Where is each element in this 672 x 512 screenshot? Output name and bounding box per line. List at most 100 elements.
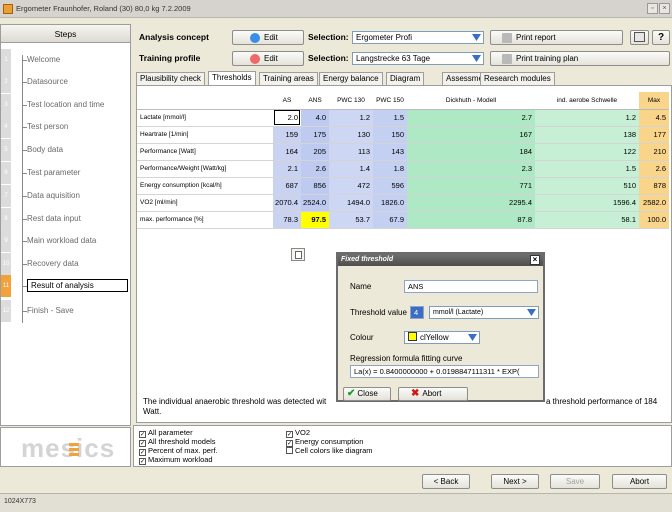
table-cell[interactable]: 1.5 <box>535 160 639 178</box>
table-cell[interactable]: 687 <box>273 177 301 195</box>
table-cell[interactable]: 78.3 <box>273 211 301 229</box>
table-cell[interactable]: 53.7 <box>329 211 373 229</box>
table-cell[interactable]: 97.5 <box>301 211 329 229</box>
step-item-data-aquisition[interactable]: Data aquisition <box>27 191 80 200</box>
table-cell[interactable]: 130 <box>329 126 373 144</box>
table-cell[interactable]: 2.3 <box>407 160 535 178</box>
step-item-finish-save[interactable]: Finish - Save <box>27 306 74 315</box>
step-item-test-location-and-time[interactable]: Test location and time <box>27 100 104 109</box>
table-cell[interactable]: 184 <box>407 143 535 161</box>
table-cell[interactable]: 1494.0 <box>329 194 373 212</box>
colour-dropdown[interactable]: clYellow <box>404 331 480 344</box>
table-cell[interactable]: 1.8 <box>373 160 407 178</box>
table-cell[interactable]: 164 <box>273 143 301 161</box>
table-cell[interactable]: 1.2 <box>535 109 639 127</box>
table-cell[interactable]: 771 <box>407 177 535 195</box>
table-cell[interactable]: 2524.0 <box>301 194 329 212</box>
table-cell[interactable]: 856 <box>301 177 329 195</box>
threshold-value-input[interactable]: 4 <box>410 306 424 319</box>
table-cell[interactable]: 205 <box>301 143 329 161</box>
table-cell[interactable]: 138 <box>535 126 639 144</box>
table-cell[interactable]: 878 <box>639 177 669 195</box>
table-cell[interactable]: 58.1 <box>535 211 639 229</box>
tab-research-modules[interactable]: Research modules <box>480 72 555 85</box>
table-cell[interactable]: 1.5 <box>373 109 407 127</box>
table-cell[interactable]: 2582.0 <box>639 194 669 212</box>
table-cell[interactable]: 2070.4 <box>273 194 301 212</box>
table-cell[interactable]: 167 <box>407 126 535 144</box>
checkbox-maximum-workload[interactable]: ✓ Maximum workload <box>139 455 213 465</box>
table-cell[interactable]: 4.5 <box>639 109 669 127</box>
column-header[interactable]: ind. aerobe Schwelle <box>535 92 639 110</box>
column-header[interactable]: ANS <box>301 92 329 110</box>
table-cell[interactable]: 113 <box>329 143 373 161</box>
checkbox-box[interactable] <box>286 447 293 454</box>
edit-training-button[interactable]: Edit <box>232 51 304 66</box>
close-icon[interactable]: × <box>530 255 540 265</box>
threshold-unit-dropdown[interactable]: mmol/l (Lactate) <box>429 306 539 319</box>
step-item-recovery-data[interactable]: Recovery data <box>27 259 79 268</box>
table-cell[interactable]: 1.2 <box>329 109 373 127</box>
table-cell[interactable]: 2.6 <box>301 160 329 178</box>
step-item-datasource[interactable]: Datasource <box>27 77 68 86</box>
step-item-rest-data-input[interactable]: Rest data input <box>27 214 81 223</box>
name-input[interactable]: ANS <box>404 280 538 293</box>
table-cell[interactable]: 596 <box>373 177 407 195</box>
step-item-welcome[interactable]: Welcome <box>27 55 60 64</box>
table-cell[interactable]: 2.6 <box>639 160 669 178</box>
step-item-test-parameter[interactable]: Test parameter <box>27 168 80 177</box>
print-report-button[interactable]: Print report <box>490 30 623 45</box>
table-cell[interactable]: 67.9 <box>373 211 407 229</box>
regression-formula-field[interactable]: La(x) = 0.8400000000 + 0.0198847111311 *… <box>350 365 539 378</box>
minimize-icon[interactable]: ▫ <box>647 3 658 14</box>
column-header[interactable]: Dickhuth - Modell <box>407 92 535 110</box>
save-button[interactable]: Save <box>550 474 600 489</box>
step-item-body-data[interactable]: Body data <box>27 145 63 154</box>
abort-button[interactable]: Abort <box>612 474 667 489</box>
back-button[interactable]: < Back <box>422 474 470 489</box>
training-selection-dropdown[interactable]: Langstrecke 63 Tage <box>352 52 484 65</box>
edit-analysis-button[interactable]: Edit <box>232 30 304 45</box>
close-icon[interactable]: × <box>659 3 670 14</box>
checkbox-cell-colors-like-diagram[interactable]: Cell colors like diagram <box>286 446 373 455</box>
table-cell[interactable]: 4.0 <box>301 109 329 127</box>
table-cell[interactable]: 87.8 <box>407 211 535 229</box>
column-header[interactable]: PWC 150 <box>373 92 407 110</box>
tab-diagram[interactable]: Diagram <box>386 72 425 85</box>
table-cell[interactable]: 159 <box>273 126 301 144</box>
help-button[interactable]: ? <box>652 30 670 45</box>
step-item-main-workload-data[interactable]: Main workload data <box>27 236 96 245</box>
table-cell[interactable]: 510 <box>535 177 639 195</box>
tab-plausibility-check[interactable]: Plausibility check <box>136 72 205 85</box>
table-cell[interactable]: 177 <box>639 126 669 144</box>
column-header[interactable]: AS <box>273 92 301 110</box>
step-item-test-person[interactable]: Test person <box>27 122 68 131</box>
table-cell[interactable]: 210 <box>639 143 669 161</box>
checkbox-box[interactable]: ✓ <box>139 458 146 465</box>
calculator-button[interactable] <box>630 30 649 45</box>
column-header[interactable]: Max <box>639 92 669 110</box>
next-button[interactable]: Next > <box>491 474 539 489</box>
column-header[interactable]: PWC 130 <box>329 92 373 110</box>
table-cell[interactable]: 175 <box>301 126 329 144</box>
table-cell[interactable]: 2.1 <box>273 160 301 178</box>
table-cell[interactable]: 150 <box>373 126 407 144</box>
analysis-selection-dropdown[interactable]: Ergometer Profi <box>352 31 484 44</box>
table-cell[interactable]: 143 <box>373 143 407 161</box>
table-cell[interactable]: 472 <box>329 177 373 195</box>
abort-dialog-button[interactable]: ✖ Abort <box>398 387 468 401</box>
table-cell[interactable]: 122 <box>535 143 639 161</box>
tab-thresholds[interactable]: Thresholds <box>208 71 256 86</box>
close-button[interactable]: ✔ Close <box>343 387 391 401</box>
step-item-result-of-analysis[interactable]: Result of analysis <box>27 279 128 292</box>
tab-training-areas[interactable]: Training areas <box>259 72 318 85</box>
table-cell[interactable]: 1596.4 <box>535 194 639 212</box>
table-cell[interactable]: 2295.4 <box>407 194 535 212</box>
table-cell[interactable]: 1.4 <box>329 160 373 178</box>
tab-energy-balance[interactable]: Energy balance <box>319 72 383 85</box>
table-cell[interactable]: 2.7 <box>407 109 535 127</box>
print-training-plan-button[interactable]: Print training plan <box>490 51 670 66</box>
table-cell[interactable]: 2.0 <box>273 109 301 127</box>
table-cell[interactable]: 100.0 <box>639 211 669 229</box>
table-cell[interactable]: 1826.0 <box>373 194 407 212</box>
